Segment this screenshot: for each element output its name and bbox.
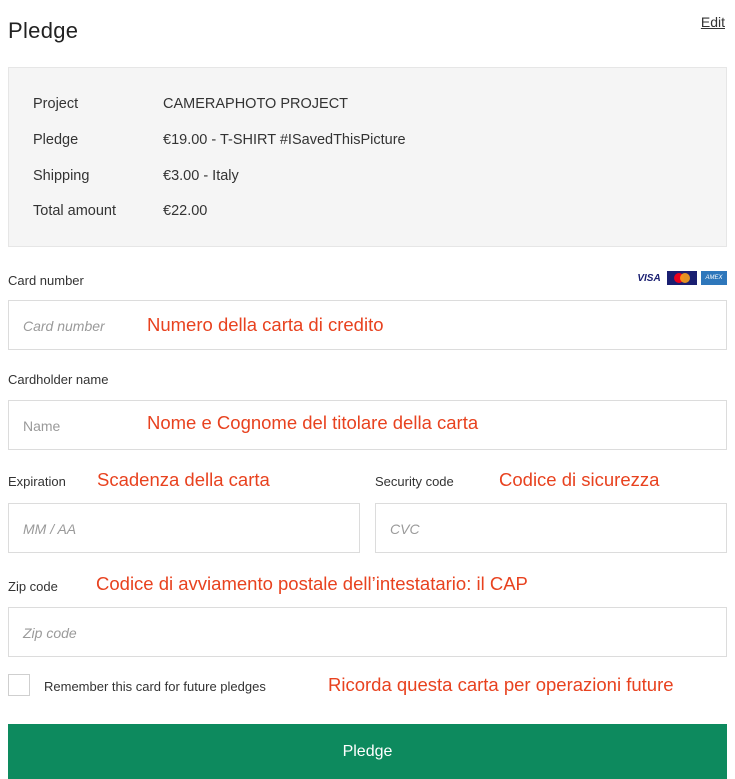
card-number-placeholder: Card number	[23, 318, 105, 334]
summary-value: CAMERAPHOTO PROJECT	[163, 96, 349, 112]
zip-code-annotation: Codice di avviamento postale dell’intest…	[96, 573, 528, 594]
visa-icon: VISA	[637, 272, 661, 284]
page-title: Pledge	[8, 18, 79, 43]
expiration-annotation: Scadenza della carta	[97, 469, 270, 490]
edit-link[interactable]: Edit	[701, 14, 725, 30]
summary-row-pledge: Pledge €19.00 - T-SHIRT #ISavedThisPictu…	[33, 132, 406, 148]
amex-icon: AMEX	[701, 271, 727, 285]
security-code-input[interactable]: CVC	[375, 503, 727, 553]
summary-row-total: Total amount €22.00	[33, 203, 207, 219]
mastercard-icon	[667, 271, 697, 285]
card-number-label: Card number	[8, 273, 84, 288]
pledge-button[interactable]: Pledge	[8, 724, 727, 779]
remember-card-checkbox[interactable]	[8, 674, 30, 696]
summary-label: Project	[33, 96, 79, 112]
summary-label: Shipping	[33, 168, 90, 184]
summary-label: Pledge	[33, 132, 79, 148]
summary-label: Total amount	[33, 203, 117, 219]
zip-code-label: Zip code	[8, 579, 58, 594]
remember-card-annotation: Ricorda questa carta per operazioni futu…	[328, 674, 674, 695]
summary-value: €19.00 - T-SHIRT #ISavedThisPicture	[163, 132, 406, 148]
remember-card-label: Remember this card for future pledges	[44, 679, 266, 694]
security-code-label: Security code	[375, 474, 454, 489]
card-logos: VISA AMEX	[635, 271, 727, 285]
security-code-annotation: Codice di sicurezza	[499, 469, 660, 490]
expiration-placeholder: MM / AA	[23, 521, 77, 537]
zip-code-input[interactable]: Zip code	[8, 607, 727, 657]
cardholder-placeholder: Name	[23, 418, 61, 434]
summary-row-project: Project CAMERAPHOTO PROJECT	[33, 96, 348, 112]
security-code-placeholder: CVC	[390, 521, 420, 537]
summary-row-shipping: Shipping €3.00 - Italy	[33, 168, 239, 184]
summary-value: €22.00	[163, 203, 208, 219]
card-number-annotation: Numero della carta di credito	[147, 314, 384, 335]
expiration-label: Expiration	[8, 474, 66, 489]
summary-value: €3.00 - Italy	[163, 168, 239, 184]
zip-code-placeholder: Zip code	[23, 625, 77, 641]
cardholder-label: Cardholder name	[8, 372, 109, 387]
pledge-summary: Project CAMERAPHOTO PROJECT Pledge €19.0…	[8, 67, 727, 247]
expiration-input[interactable]: MM / AA	[8, 503, 360, 553]
cardholder-annotation: Nome e Cognome del titolare della carta	[147, 412, 479, 433]
